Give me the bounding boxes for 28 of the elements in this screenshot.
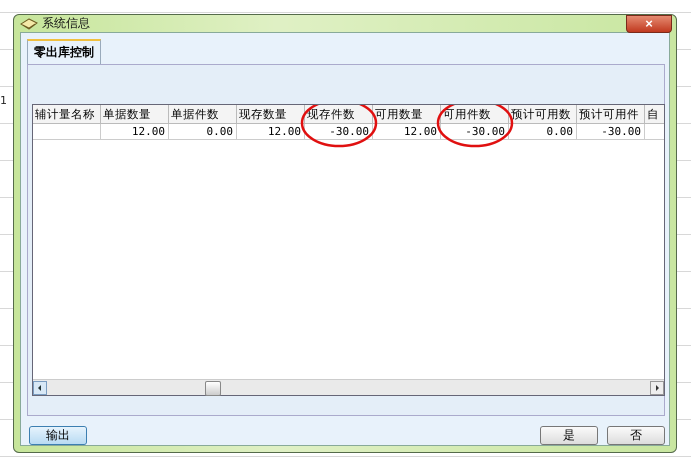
table-cell: 12.00: [373, 124, 441, 140]
dialog-button[interactable]: 否: [607, 426, 665, 445]
book-icon: [20, 16, 38, 30]
column-header[interactable]: 自: [645, 105, 664, 124]
window-title: 系统信息: [42, 15, 90, 32]
table-cell: 12.00: [101, 124, 169, 140]
table-cell: 12.00: [237, 124, 305, 140]
column-header[interactable]: 可用数量: [373, 105, 441, 124]
column-header[interactable]: 现存数量: [237, 105, 305, 124]
close-button[interactable]: ×: [626, 15, 672, 33]
table-cell: -30.00: [577, 124, 645, 140]
table-cell: -30.00: [305, 124, 373, 140]
column-header[interactable]: 单据数量: [101, 105, 169, 124]
dialog-button[interactable]: 是: [540, 426, 598, 445]
scroll-thumb[interactable]: [205, 380, 221, 396]
horizontal-scrollbar[interactable]: [33, 379, 664, 395]
table-cell: 0.00: [169, 124, 237, 140]
column-header[interactable]: 单据件数: [169, 105, 237, 124]
column-header[interactable]: 预计可用数: [509, 105, 577, 124]
table-cell: -30.00: [441, 124, 509, 140]
table-cell: 0.00: [509, 124, 577, 140]
scroll-left-icon[interactable]: [33, 380, 47, 394]
tab[interactable]: 零出库控制: [27, 39, 101, 64]
column-header[interactable]: 预计可用件: [577, 105, 645, 124]
scroll-right-icon[interactable]: [650, 380, 664, 394]
export-button[interactable]: 输出: [29, 426, 87, 445]
column-header[interactable]: 辅计量名称: [33, 105, 101, 124]
row-number: 1: [0, 94, 7, 107]
